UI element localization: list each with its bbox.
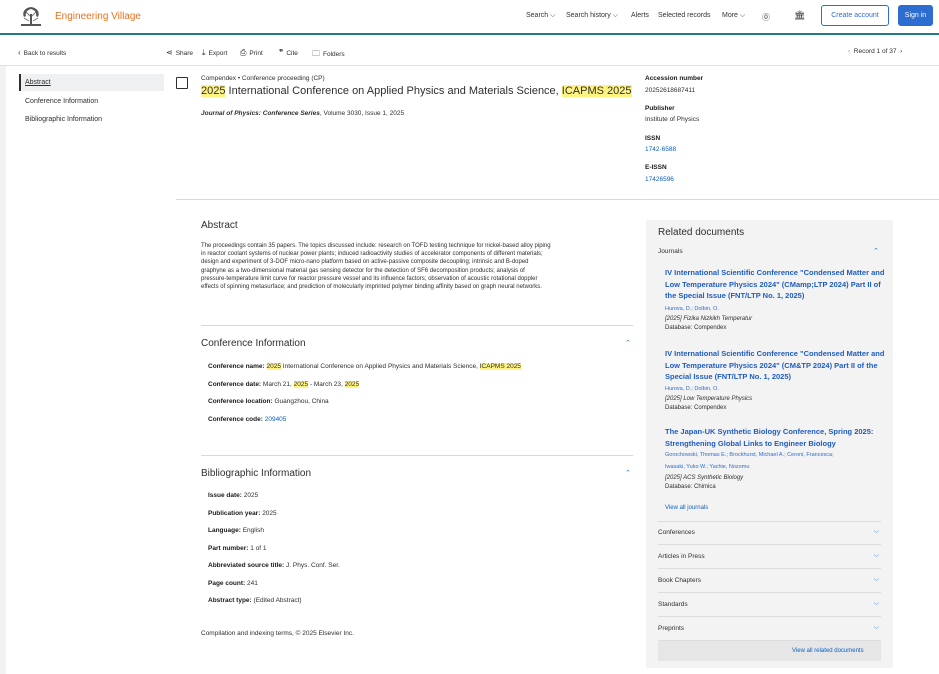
related-doc-authors[interactable]: Iwasaki, Yuko W.; Yachie, Nozomu [665, 464, 749, 470]
folder-icon: 🗀 [312, 49, 320, 58]
header-divider [176, 199, 939, 200]
create-account-button[interactable]: Create account [821, 5, 889, 26]
collapse-journals-icon[interactable]: ⌃ [873, 247, 879, 255]
nav-search[interactable]: Search ⌵ [526, 12, 555, 20]
related-doc-authors[interactable]: Hurova, D.; Dolbin, O. [665, 386, 719, 392]
biblio-row: Part number: 1 of 1 [208, 545, 267, 552]
conference-code: Conference code: 209405 [208, 416, 287, 423]
related-doc-source: [2025] Low Temperature Physics [665, 396, 753, 402]
conference-location: Conference location: Guangzhou, China [208, 398, 329, 405]
accession-value: 20252618687411 [645, 87, 696, 94]
biblio-row: Issue date: 2025 [208, 492, 259, 499]
related-category-standards[interactable]: Standards ⌵ [658, 593, 881, 617]
record-toolbar: ‹ Back to results ⋖ Share ⤓ Export ⎙ Print ❞… [0, 37, 939, 66]
chevron-left-icon: ‹ [18, 48, 21, 57]
nav-search-history[interactable]: Search history ⌵ [566, 12, 618, 20]
chevron-down-icon: ⌵ [873, 600, 879, 607]
sign-in-button[interactable]: Sign in [898, 5, 933, 26]
related-doc-title[interactable]: The Japan-UK Synthetic Biology Conferenc… [665, 426, 885, 449]
biblio-row: Publication year: 2025 [208, 510, 277, 517]
chevron-down-icon: ⌵ [873, 552, 879, 559]
related-doc-authors[interactable]: Gorochowski, Thomas E.; Brockhurst, Mich… [665, 452, 834, 458]
chevron-down-icon: ⌵ [873, 528, 879, 535]
share-button[interactable]: ⋖ Share [166, 48, 193, 57]
view-all-related-link[interactable]: View all related documents [792, 648, 864, 654]
related-doc-db: Database: Chimica [665, 484, 716, 490]
biblio-row: Abstract type: (Edited Abstract) [208, 597, 302, 604]
related-doc-authors[interactable]: Hurova, D.; Dolbin, O. [665, 306, 719, 312]
chevron-down-icon: ⌵ [873, 576, 879, 583]
related-category-book-chapters[interactable]: Book Chapters ⌵ [658, 569, 881, 593]
next-record-icon[interactable]: › [900, 48, 902, 55]
abstract-heading: Abstract [201, 220, 238, 231]
conference-date: Conference date: March 21, 2025 - March … [208, 381, 360, 388]
publisher-value: Institute of Physics [645, 116, 700, 123]
nav-alerts[interactable]: Alerts [631, 12, 649, 19]
related-category-articles-in-press[interactable]: Articles in Press ⌵ [658, 545, 881, 569]
abstract-divider [201, 325, 633, 326]
issn-link[interactable]: 1742-6588 [645, 146, 676, 153]
back-to-results-link[interactable]: ‹ Back to results [18, 48, 66, 57]
leftnav-bibliographic-information[interactable]: Bibliographic Information [25, 116, 102, 123]
related-heading: Related documents [658, 227, 745, 238]
collapse-biblio-icon[interactable]: ⌃ [625, 469, 631, 477]
journal-line: Journal of Physics: Conference Series, V… [201, 110, 405, 117]
related-category-conferences[interactable]: Conferences ⌵ [658, 521, 881, 545]
nav-more[interactable]: More ⌵ [722, 12, 745, 20]
biblio-row: Language: English [208, 527, 265, 534]
source-line: Compendex • Conference proceeding (CP) [201, 75, 325, 82]
copyright-footer: Compilation and indexing terms, © 2025 E… [201, 630, 354, 637]
abstract-text: The proceedings contain 35 papers. The t… [201, 243, 551, 291]
left-gutter [0, 66, 6, 674]
related-doc-db: Database: Compendex [665, 325, 727, 331]
print-button[interactable]: ⎙ Print [240, 48, 263, 58]
biblio-heading: Bibliographic Information [201, 468, 312, 479]
conference-divider [201, 455, 633, 456]
export-icon: ⤓ [202, 48, 206, 57]
related-doc-db: Database: Compendex [665, 405, 727, 411]
issn-label: ISSN [645, 135, 661, 142]
related-doc-source: [2025] Fizika Nizkikh Temperatur [665, 316, 753, 322]
view-all-journals-link[interactable]: View all journals [665, 505, 708, 511]
export-button[interactable]: ⤓ Export [202, 48, 227, 58]
elsevier-logo-icon[interactable] [18, 4, 44, 29]
eissn-label: E-ISSN [645, 164, 667, 171]
journals-label[interactable]: Journals [658, 248, 683, 255]
leftnav-conference-information[interactable]: Conference Information [25, 98, 98, 105]
quote-icon: ❞ [279, 48, 284, 57]
top-header: Engineering Village Search ⌵ Search hist… [0, 0, 939, 35]
conference-code-link[interactable]: 209405 [265, 416, 287, 423]
related-category-preprints[interactable]: Preprints ⌵ [658, 617, 881, 641]
related-doc-title[interactable]: IV International Scientific Conference "… [665, 348, 885, 383]
folders-button[interactable]: 🗀 Folders [312, 48, 345, 62]
accession-label: Accession number [645, 75, 704, 82]
collapse-conference-icon[interactable]: ⌃ [625, 339, 631, 347]
institution-icon[interactable]: 🏛 [794, 10, 805, 21]
eissn-link[interactable]: 17426596 [645, 176, 674, 183]
record-title: 2025 International Conference on Applied… [201, 85, 632, 97]
conference-name: Conference name: 2025 International Conf… [208, 363, 521, 370]
share-icon: ⋖ [166, 48, 173, 57]
cite-button[interactable]: ❞ Cite [279, 48, 298, 57]
related-doc-source: [2025] ACS Synthetic Biology [665, 475, 744, 481]
nav-selected-records[interactable]: Selected records [658, 12, 711, 19]
help-icon[interactable]: ⓪ [762, 12, 770, 23]
biblio-row: Abbreviated source title: J. Phys. Conf.… [208, 562, 340, 569]
brand-name[interactable]: Engineering Village [55, 11, 141, 22]
biblio-row: Page count: 241 [208, 580, 258, 587]
publisher-label: Publisher [645, 105, 675, 112]
related-doc-title[interactable]: IV International Scientific Conference "… [665, 267, 885, 302]
select-record-checkbox[interactable] [176, 77, 188, 89]
leftnav-abstract[interactable]: Abstract [25, 79, 51, 86]
chevron-down-icon: ⌵ [873, 624, 879, 631]
record-pager[interactable]: ‹ Record 1 of 37 › [848, 48, 902, 55]
conference-heading: Conference Information [201, 338, 306, 349]
prev-record-icon[interactable]: ‹ [848, 48, 850, 55]
print-icon: ⎙ [240, 48, 247, 57]
